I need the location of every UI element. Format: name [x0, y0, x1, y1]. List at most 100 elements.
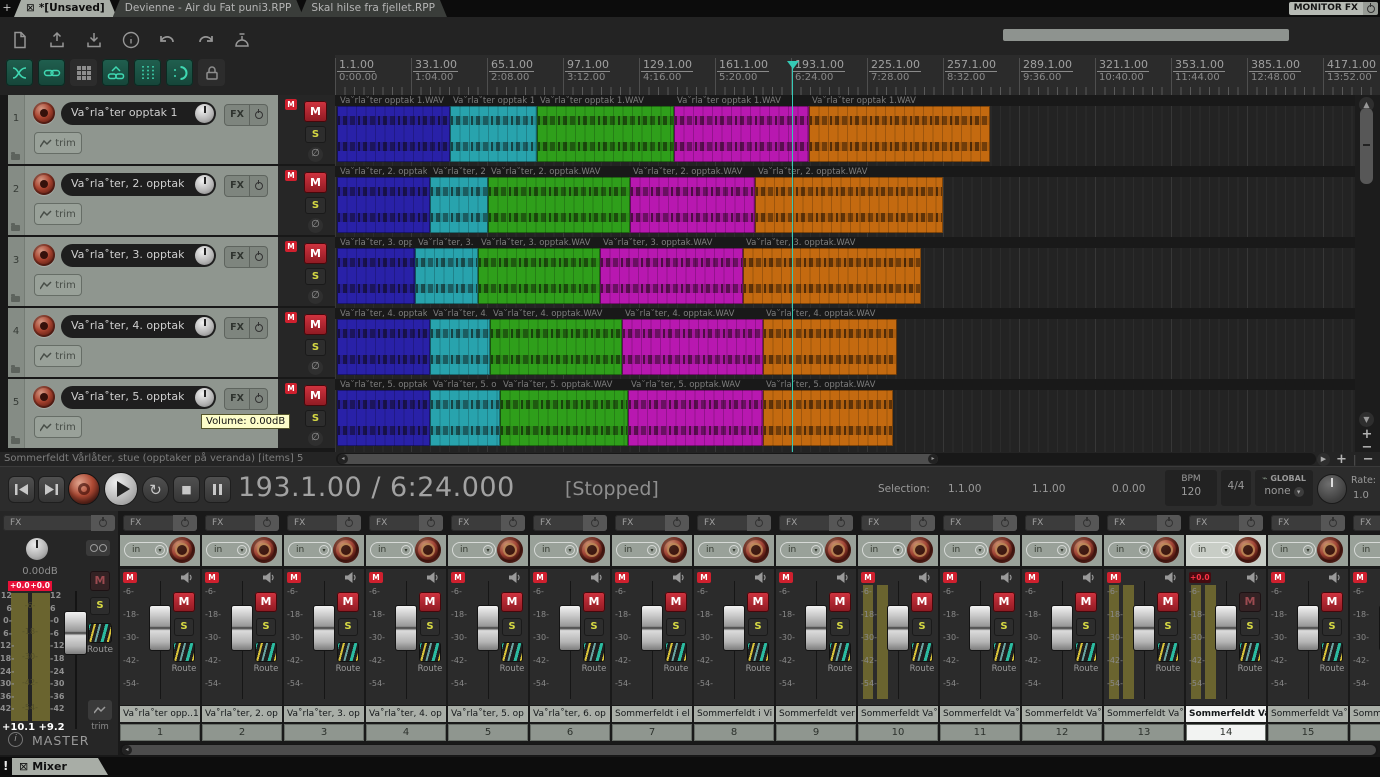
- fx-power-icon[interactable]: [249, 247, 267, 267]
- mute-button[interactable]: M: [304, 101, 327, 122]
- record-arm-button[interactable]: [1235, 537, 1261, 563]
- solo-button[interactable]: S: [502, 618, 522, 636]
- mute-button[interactable]: M: [1239, 592, 1261, 612]
- track-name-field[interactable]: Va˚rla˚ter, 3. opptak: [61, 244, 216, 267]
- fx-power-icon[interactable]: [337, 515, 361, 531]
- project-tab-2[interactable]: Devienne - Air du Fat puni3.RPP: [113, 0, 304, 17]
- mute-button[interactable]: M: [501, 592, 523, 612]
- strip-number[interactable]: 14: [1186, 724, 1266, 741]
- mute-indicator-badge[interactable]: M: [533, 572, 547, 583]
- solo-button[interactable]: S: [305, 339, 326, 356]
- record-arm-button[interactable]: [743, 537, 769, 563]
- chevron-down-icon[interactable]: ▾: [237, 545, 247, 555]
- solo-button[interactable]: S: [666, 618, 686, 636]
- playrate-knob[interactable]: [1317, 474, 1347, 504]
- fx-power-icon[interactable]: [993, 515, 1017, 531]
- mute-button[interactable]: M: [911, 592, 933, 612]
- trim-envelope-button[interactable]: trim: [34, 132, 82, 154]
- trim-envelope-button[interactable]: trim: [34, 274, 82, 296]
- record-arm-button[interactable]: [1071, 537, 1097, 563]
- solo-button[interactable]: S: [1322, 618, 1342, 636]
- strip-number[interactable]: 4: [366, 724, 446, 741]
- volume-fader[interactable]: [231, 605, 253, 651]
- pause-button[interactable]: [204, 476, 231, 503]
- mute-button[interactable]: M: [583, 592, 605, 612]
- phase-button[interactable]: ∅: [308, 431, 323, 446]
- horizontal-scrollbar[interactable]: ◂ ▸: [336, 453, 1316, 465]
- item-grouping-toggle[interactable]: [38, 59, 65, 86]
- strip-name[interactable]: Sommerfeldt Va˚: [940, 706, 1020, 722]
- track-name-field[interactable]: Va˚rla˚ter, 4. opptak: [61, 315, 216, 338]
- record-arm-button[interactable]: [33, 315, 55, 337]
- mixer-scroll-thumb[interactable]: ◂: [122, 745, 1376, 755]
- media-item[interactable]: [478, 248, 600, 304]
- save-project-icon[interactable]: [82, 27, 106, 53]
- volume-knob[interactable]: [195, 317, 214, 336]
- fx-power-icon[interactable]: [249, 176, 267, 196]
- chevron-down-icon[interactable]: ▾: [729, 545, 739, 555]
- media-item[interactable]: [337, 248, 415, 304]
- bpm-box[interactable]: BPM 120: [1165, 470, 1217, 506]
- scroll-right-icon[interactable]: ▸: [928, 454, 938, 464]
- mute-button[interactable]: M: [304, 385, 327, 406]
- input-selector[interactable]: in▾: [944, 542, 988, 558]
- fx-button[interactable]: FX: [225, 247, 249, 267]
- media-item[interactable]: [337, 177, 430, 233]
- arrange-view[interactable]: Va˚rla˚ter opptak 1.WAVVa˚rla˚ter opptak…: [335, 95, 1355, 452]
- record-arm-button[interactable]: [825, 537, 851, 563]
- fx-power-icon[interactable]: [173, 515, 197, 531]
- input-selector[interactable]: in▾: [1190, 542, 1234, 558]
- media-item[interactable]: [622, 319, 763, 375]
- media-item[interactable]: [415, 248, 478, 304]
- media-item[interactable]: [430, 390, 500, 446]
- mute-button[interactable]: M: [1157, 592, 1179, 612]
- record-arm-button[interactable]: [579, 537, 605, 563]
- fx-power-icon[interactable]: [1157, 515, 1181, 531]
- media-item[interactable]: [430, 319, 490, 375]
- mute-indicator-badge[interactable]: M: [1107, 572, 1121, 583]
- phase-button[interactable]: ∅: [308, 289, 323, 304]
- solo-button[interactable]: S: [305, 197, 326, 214]
- volume-knob[interactable]: [195, 175, 214, 194]
- track-name[interactable]: Va˚rla˚ter, 3. opptak: [71, 248, 184, 261]
- close-icon[interactable]: ⊠: [19, 760, 28, 773]
- strip-name[interactable]: Sommerfeldt Va˚: [1186, 706, 1266, 722]
- solo-button[interactable]: S: [305, 410, 326, 427]
- selection-length[interactable]: 0.0.00: [1112, 483, 1145, 495]
- mute-indicator-badge[interactable]: M: [615, 572, 629, 583]
- master-solo-button[interactable]: S: [90, 597, 110, 615]
- scroll-left-icon[interactable]: ◂: [338, 454, 348, 464]
- strip-name[interactable]: Sommerfeldt i Vi: [694, 706, 774, 722]
- strip-fx-button[interactable]: FX: [451, 515, 525, 531]
- fx-power-icon[interactable]: [911, 515, 935, 531]
- strip-name[interactable]: Sommerfeldt Va˚: [1350, 706, 1380, 722]
- mute-indicator-badge[interactable]: M: [287, 572, 301, 583]
- mute-button[interactable]: M: [304, 314, 327, 335]
- chevron-down-icon[interactable]: ▾: [483, 545, 493, 555]
- chevron-down-icon[interactable]: ▾: [893, 545, 903, 555]
- project-info-icon[interactable]: [119, 27, 143, 53]
- record-arm-button[interactable]: [989, 537, 1015, 563]
- record-arm-button[interactable]: [33, 386, 55, 408]
- solo-button[interactable]: S: [420, 618, 440, 636]
- media-item[interactable]: [743, 248, 921, 304]
- mute-indicator-badge[interactable]: M: [369, 572, 383, 583]
- mute-indicator-badge[interactable]: M: [123, 572, 137, 583]
- zoom-in-horizontal-button[interactable]: +: [1336, 452, 1347, 467]
- record-arm-button[interactable]: [1317, 537, 1343, 563]
- mute-button[interactable]: M: [304, 172, 327, 193]
- chevron-down-icon[interactable]: ▾: [647, 545, 657, 555]
- ripple-edit-toggle[interactable]: [166, 59, 193, 86]
- strip-name[interactable]: Va˚rla˚ter, 4. op: [366, 706, 446, 722]
- record-arm-button[interactable]: [333, 537, 359, 563]
- route-button[interactable]: [173, 642, 195, 662]
- solo-button[interactable]: S: [584, 618, 604, 636]
- fx-power-icon[interactable]: [249, 318, 267, 338]
- trim-envelope-button[interactable]: trim: [34, 203, 82, 225]
- fx-power-icon[interactable]: [255, 515, 279, 531]
- input-selector[interactable]: in▾: [1272, 542, 1316, 558]
- strip-fx-button[interactable]: FX: [287, 515, 361, 531]
- mute-button[interactable]: M: [1321, 592, 1343, 612]
- record-arm-button[interactable]: [33, 244, 55, 266]
- input-selector[interactable]: in▾: [534, 542, 578, 558]
